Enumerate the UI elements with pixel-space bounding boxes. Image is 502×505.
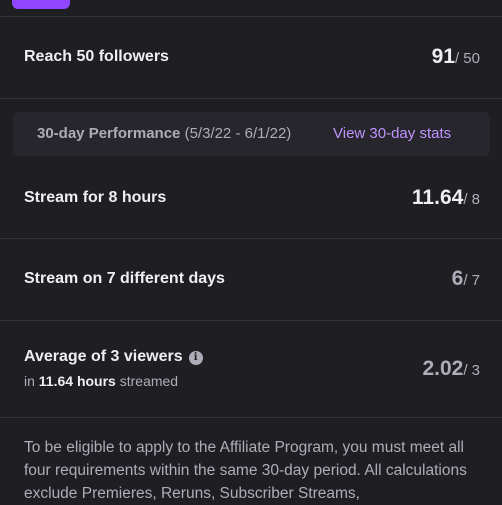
performance-date-range: (5/3/22 - 6/1/22)	[184, 125, 292, 142]
requirement-label-text: Average of 3 viewers	[24, 348, 183, 365]
requirement-label: Reach 50 followers	[24, 48, 169, 65]
purple-tab	[12, 0, 70, 9]
progress-target: / 8	[463, 191, 480, 208]
performance-header: 30-day Performance (5/3/22 - 6/1/22) Vie…	[13, 112, 490, 156]
top-strip	[0, 0, 502, 16]
requirement-followers: Reach 50 followers 91/ 50	[0, 17, 502, 98]
requirement-label: Stream on 7 different days	[24, 270, 225, 287]
requirement-viewers: Average of 3 viewers i in 11.64 hours str…	[0, 321, 502, 417]
info-icon[interactable]: i	[188, 351, 203, 365]
subtext-hours: 11.64 hours	[38, 373, 116, 389]
requirement-progress: 91/ 50	[432, 45, 480, 69]
progress-target: / 7	[463, 272, 480, 289]
progress-current: 11.64	[411, 186, 464, 209]
requirement-subtext: in 11.64 hours streamed	[24, 373, 178, 389]
requirement-label: Average of 3 viewers i	[24, 348, 203, 366]
progress-current: 2.02	[422, 357, 464, 380]
progress-target: / 3	[463, 362, 480, 379]
requirement-progress: 11.64/ 8	[412, 186, 480, 210]
progress-target: / 50	[454, 50, 480, 67]
subtext-prefix: in	[24, 373, 35, 389]
requirement-days: Stream on 7 different days 6/ 7	[0, 239, 502, 320]
progress-current: 6	[451, 267, 464, 290]
eligibility-footnote: To be eligible to apply to the Affiliate…	[24, 439, 467, 502]
progress-current: 91	[431, 45, 455, 68]
subtext-suffix: streamed	[119, 373, 179, 389]
requirement-progress: 2.02/ 3	[422, 357, 480, 381]
performance-title: 30-day Performance (5/3/22 - 6/1/22)	[37, 125, 291, 142]
divider	[0, 98, 502, 99]
divider	[0, 417, 502, 418]
requirement-hours: Stream for 8 hours 11.64/ 8	[0, 156, 502, 238]
performance-title-text: 30-day Performance	[37, 125, 181, 142]
requirement-label: Stream for 8 hours	[24, 189, 167, 206]
view-30-day-stats-link[interactable]: View 30-day stats	[333, 125, 451, 142]
requirement-progress: 6/ 7	[452, 267, 480, 291]
